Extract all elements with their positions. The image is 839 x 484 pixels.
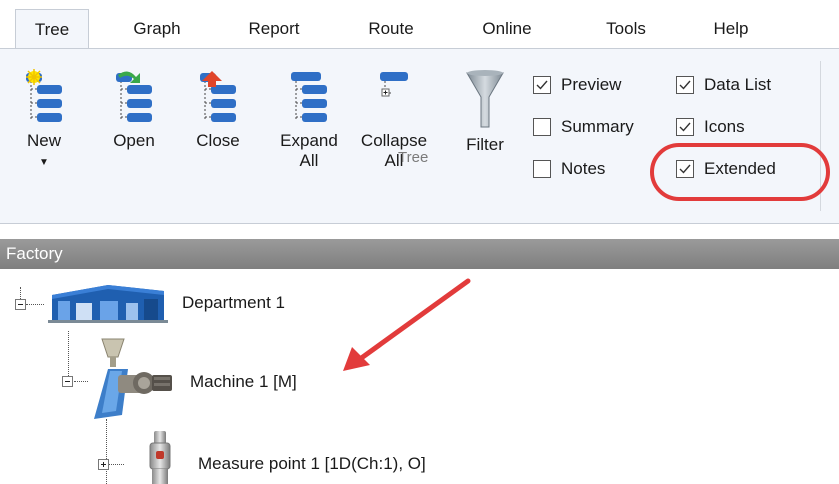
expand-all-label-line2: All	[299, 151, 319, 170]
icons-checkbox-box[interactable]	[676, 118, 694, 136]
tab-route[interactable]: Route	[355, 10, 427, 48]
checkmark-icon	[536, 80, 548, 90]
tab-report[interactable]: Report	[233, 10, 315, 48]
tab-online[interactable]: Online	[467, 10, 547, 48]
icons-checkbox[interactable]: Icons	[676, 115, 745, 139]
expand-all-label-line1: Expand	[280, 131, 338, 150]
data-list-checkbox[interactable]: Data List	[676, 73, 771, 97]
funnel-icon	[466, 70, 504, 128]
summary-checkbox-label: Summary	[561, 117, 634, 136]
close-button[interactable]: Close	[192, 69, 244, 151]
preview-checkbox-label: Preview	[561, 75, 622, 94]
new-dropdown-caret[interactable]: ▼	[20, 153, 68, 173]
tab-tree[interactable]: Tree	[15, 9, 89, 50]
checkmark-icon	[679, 80, 691, 90]
checkmark-icon	[679, 122, 691, 132]
arrow-annotation-icon	[343, 278, 471, 371]
tree-view[interactable]: Department 1 Machine 1 [M] Measure point…	[0, 269, 839, 484]
ribbon-tab-bar: Tree Graph Report Route Online Tools Hel…	[0, 0, 839, 50]
summary-checkbox-box[interactable]	[533, 118, 551, 136]
extended-highlight-annotation	[650, 143, 830, 201]
expand-all-button[interactable]: Expand All	[272, 69, 346, 171]
notes-checkbox-box[interactable]	[533, 160, 551, 178]
filter-button-label: Filter	[466, 135, 504, 154]
tab-graph[interactable]: Graph	[118, 10, 196, 48]
tab-help[interactable]: Help	[700, 10, 762, 48]
data-list-checkbox-label: Data List	[704, 75, 772, 94]
filter-button[interactable]: Filter	[455, 69, 515, 155]
close-tree-icon	[200, 71, 236, 122]
new-button[interactable]: New ▼	[20, 69, 68, 173]
collapse-all-label-line1: Collapse	[360, 131, 428, 150]
new-tree-icon	[26, 69, 62, 122]
notes-checkbox[interactable]: Notes	[533, 157, 605, 181]
open-tree-icon	[116, 71, 152, 122]
icons-checkbox-label: Icons	[704, 117, 745, 136]
preview-checkbox[interactable]: Preview	[533, 73, 621, 97]
data-list-checkbox-box[interactable]	[676, 76, 694, 94]
open-button[interactable]: Open	[108, 69, 160, 151]
tree-header: Factory	[0, 239, 839, 269]
new-button-label: New	[26, 131, 61, 150]
summary-checkbox[interactable]: Summary	[533, 115, 634, 139]
collapse-all-icon	[380, 72, 408, 97]
notes-checkbox-label: Notes	[561, 159, 606, 178]
open-button-label: Open	[113, 131, 155, 150]
preview-checkbox-box[interactable]	[533, 76, 551, 94]
tree-group-label: Tree	[398, 149, 429, 166]
expand-all-icon	[291, 72, 327, 122]
close-button-label: Close	[196, 131, 240, 150]
tab-tools[interactable]: Tools	[590, 10, 662, 48]
